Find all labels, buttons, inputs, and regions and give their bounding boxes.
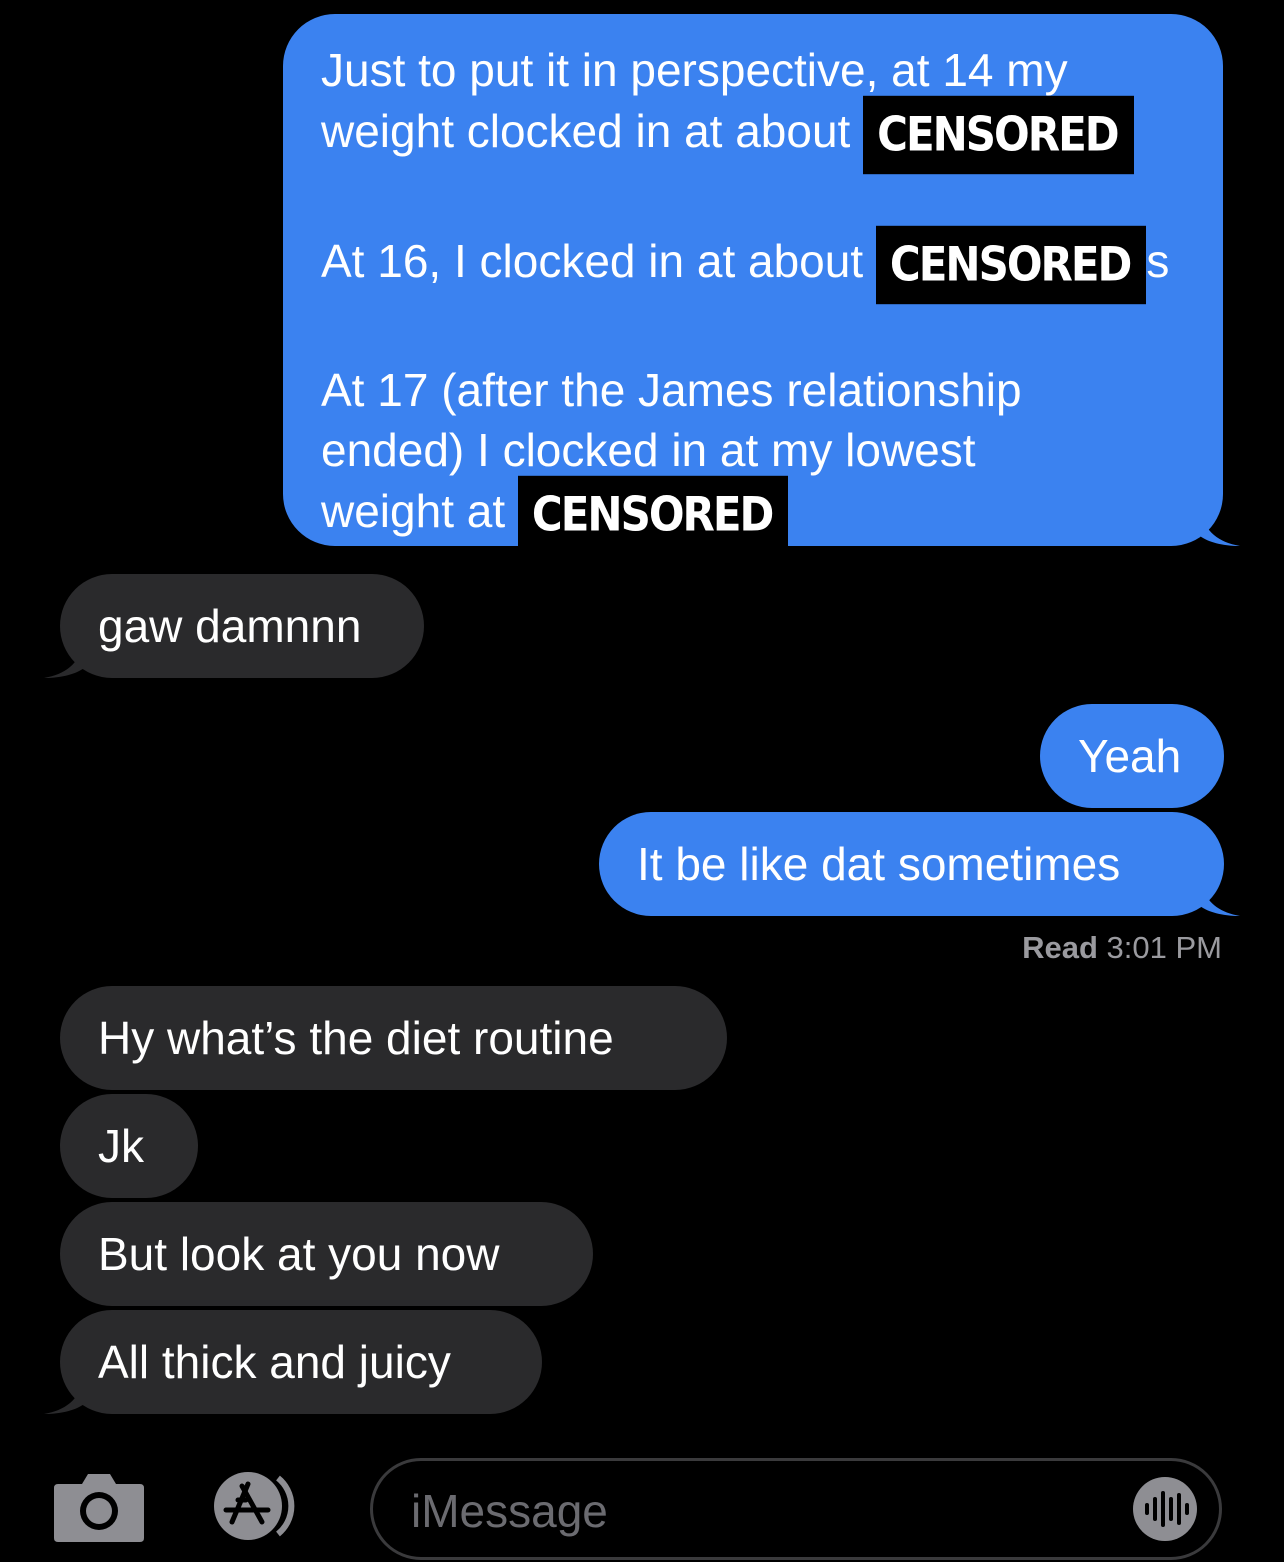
read-receipt-time: 3:01 PM	[1106, 930, 1222, 965]
app-store-icon[interactable]	[206, 1464, 318, 1548]
audio-waveform-icon[interactable]	[1133, 1477, 1197, 1541]
message-line: weight at CENSORED	[321, 475, 1193, 555]
message-bubble-sent[interactable]: Just to put it in perspective, at 14 my …	[283, 14, 1223, 555]
message-line-text: weight clocked in at about	[321, 105, 851, 158]
message-bubble-sent[interactable]: Yeah	[1040, 704, 1224, 808]
bubble-tail-received	[44, 644, 84, 678]
message-line-text: At 16, I clocked in at about	[321, 235, 864, 288]
message-compose-field[interactable]	[370, 1458, 1222, 1560]
message-bubble-received[interactable]: gaw damnnn	[60, 574, 424, 678]
message-text: Jk	[98, 1120, 144, 1172]
message-line: At 16, I clocked in at about CENSORED s	[321, 225, 1193, 305]
read-receipt-label: Read	[1022, 930, 1098, 965]
bubble-tail-sent	[1200, 512, 1240, 546]
message-line: ended) I clocked in at my lowest	[321, 424, 976, 476]
message-text: gaw damnnn	[98, 600, 362, 652]
message-line-suffix: s	[1146, 235, 1170, 288]
message-text: Hy what’s the diet routine	[98, 1012, 614, 1064]
camera-icon[interactable]	[52, 1470, 146, 1544]
message-line: At 17 (after the James relationship	[321, 364, 1022, 416]
message-bubble-received[interactable]: Hy what’s the diet routine	[60, 986, 727, 1090]
message-bubble-sent[interactable]: It be like dat sometimes	[599, 812, 1224, 916]
message-line-text: weight at	[321, 485, 506, 538]
message-bubble-received[interactable]: Jk	[60, 1094, 198, 1198]
message-line: Just to put it in perspective, at 14 my	[321, 44, 1068, 96]
message-bubble-received[interactable]: All thick and juicy	[60, 1310, 542, 1414]
message-line: weight clocked in at about CENSORED	[321, 95, 1193, 175]
message-text: Yeah	[1078, 730, 1182, 782]
message-bubble-received[interactable]: But look at you now	[60, 1202, 593, 1306]
message-text: All thick and juicy	[98, 1336, 451, 1388]
censored-label: CENSORED	[863, 95, 1134, 175]
bubble-tail-received	[44, 1380, 84, 1414]
censored-label: CENSORED	[875, 225, 1147, 305]
censored-label: CENSORED	[517, 475, 789, 555]
message-text: But look at you now	[98, 1228, 500, 1280]
read-receipt: Read 3:01 PM	[1022, 930, 1222, 966]
message-input[interactable]	[411, 1483, 1091, 1539]
message-text: It be like dat sometimes	[637, 838, 1121, 890]
bubble-tail-sent	[1200, 882, 1240, 916]
